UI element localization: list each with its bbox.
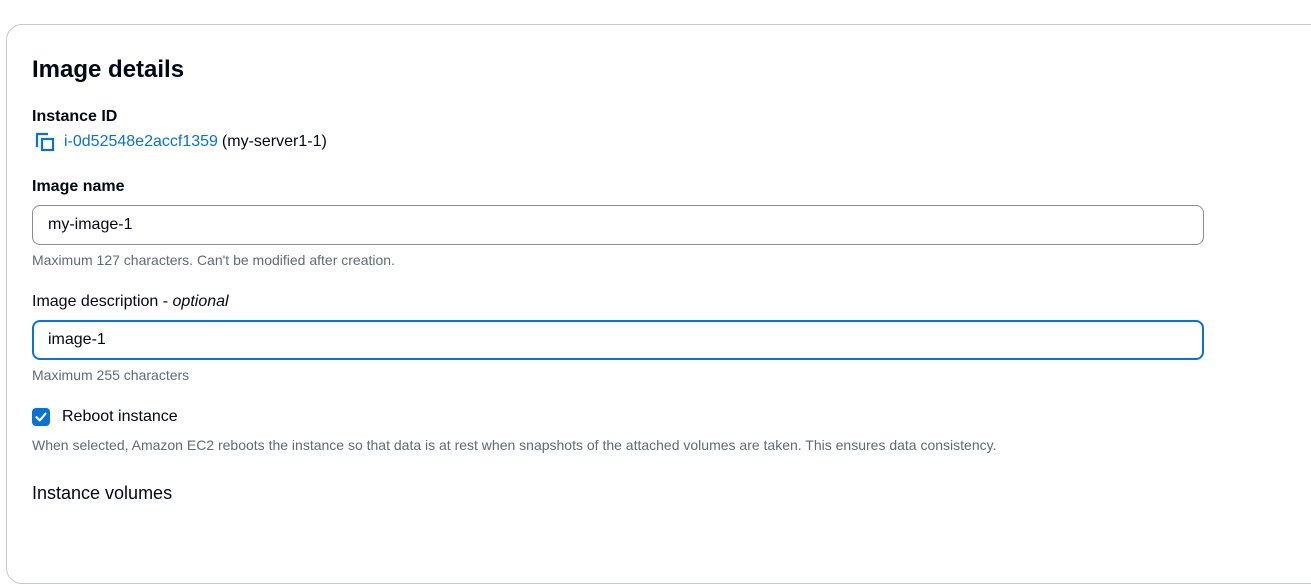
image-name-label: Image name [32,178,125,195]
copy-icon[interactable] [34,131,56,153]
image-description-input[interactable] [32,320,1204,360]
checkmark-icon [35,412,47,422]
optional-tag: optional [172,293,229,310]
image-name-input[interactable] [32,205,1204,245]
image-description-label-text: Image description [32,293,159,310]
instance-name: (my-server1-1) [221,133,327,150]
card-title: Image details [32,56,185,83]
reboot-instance-label: Reboot instance [62,408,178,425]
reboot-instance-hint: When selected, Amazon EC2 reboots the in… [32,437,997,453]
instance-id-label: Instance ID [32,108,118,125]
instance-id-row: i-0d52548e2accf1359 (my-server1-1) [34,131,327,153]
image-description-hint: Maximum 255 characters [32,367,190,383]
image-description-label: Image description - optional [32,292,229,312]
image-name-hint: Maximum 127 characters. Can't be modifie… [32,252,395,268]
reboot-instance-row[interactable]: Reboot instance [32,407,178,427]
instance-volumes-title: Instance volumes [32,483,173,503]
label-separator: - [158,293,173,310]
reboot-instance-checkbox[interactable] [32,408,50,426]
instance-id-link[interactable]: i-0d52548e2accf1359 [64,133,218,151]
